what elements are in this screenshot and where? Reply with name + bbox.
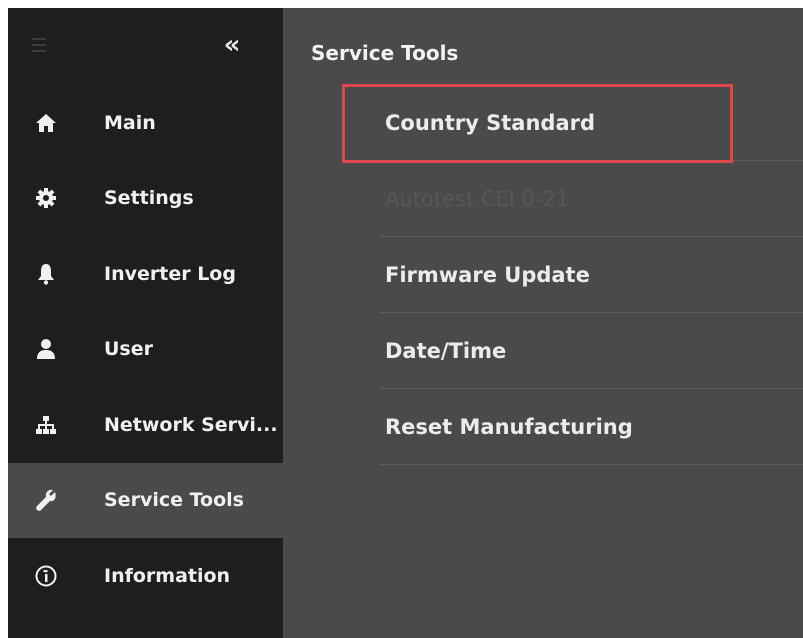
sidebar-item-user[interactable]: User bbox=[8, 312, 283, 388]
info-icon bbox=[34, 564, 58, 588]
sidebar-item-label: Network Servi... bbox=[104, 413, 278, 436]
sidebar-header: « bbox=[8, 8, 283, 85]
hamburger-line bbox=[32, 44, 46, 46]
main-content: Service Tools Country Standard Autotest … bbox=[283, 8, 803, 638]
sidebar-item-inverter-log[interactable]: Inverter Log bbox=[8, 236, 283, 312]
sidebar-item-settings[interactable]: Settings bbox=[8, 161, 283, 237]
menu-item-reset-manufacturing[interactable]: Reset Manufacturing bbox=[380, 389, 803, 465]
collapse-sidebar-button[interactable]: « bbox=[214, 30, 250, 60]
sidebar-item-label: Information bbox=[104, 564, 231, 587]
home-icon bbox=[34, 111, 58, 135]
sidebar-item-information[interactable]: Information bbox=[8, 538, 283, 614]
service-tools-menu: Country Standard Autotest CEI 0-21 Firmw… bbox=[380, 85, 803, 465]
network-icon bbox=[34, 413, 58, 437]
sidebar-item-service-tools[interactable]: Service Tools bbox=[8, 462, 283, 538]
hamburger-line bbox=[32, 50, 46, 52]
user-icon bbox=[34, 337, 58, 361]
sidebar: « Main Settings Inverter Log User Networ… bbox=[8, 8, 283, 638]
sidebar-item-network-services[interactable]: Network Servi... bbox=[8, 387, 283, 463]
menu-item-date-time[interactable]: Date/Time bbox=[380, 313, 803, 389]
bell-icon bbox=[34, 262, 58, 286]
gear-icon bbox=[34, 186, 58, 210]
hamburger-menu-icon[interactable] bbox=[32, 38, 46, 52]
sidebar-item-label: Settings bbox=[104, 187, 194, 210]
wrench-icon bbox=[34, 488, 58, 512]
sidebar-item-label: Service Tools bbox=[104, 489, 244, 512]
sidebar-item-label: User bbox=[104, 338, 153, 361]
sidebar-item-label: Main bbox=[104, 111, 156, 134]
page-title: Service Tools bbox=[311, 41, 459, 65]
sidebar-item-main[interactable]: Main bbox=[8, 85, 283, 161]
app-window: « Main Settings Inverter Log User Networ… bbox=[8, 8, 803, 638]
hamburger-line bbox=[32, 38, 46, 40]
sidebar-item-label: Inverter Log bbox=[104, 262, 236, 285]
menu-item-country-standard[interactable]: Country Standard bbox=[380, 85, 803, 161]
menu-item-autotest: Autotest CEI 0-21 bbox=[380, 161, 803, 237]
menu-item-firmware-update[interactable]: Firmware Update bbox=[380, 237, 803, 313]
